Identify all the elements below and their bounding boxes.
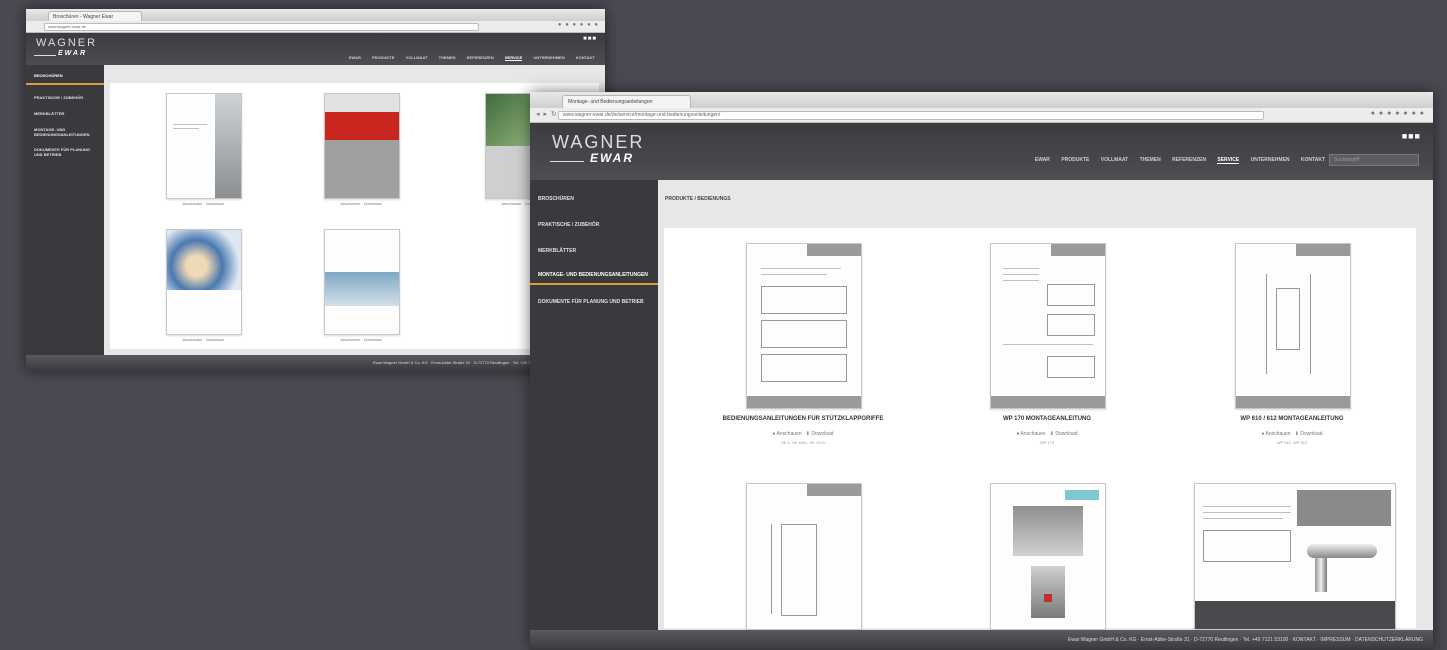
back-site-header: WAGNER EWAR ■■■ EWAR PRODUKTE VOLLMAAT T… xyxy=(26,33,605,66)
back-sidebar-item[interactable]: PRAKTISCHE / ZUBEHÖR xyxy=(26,91,104,105)
back-url-bar: www.wagner-ewar.de ● ● ● ● ● ● xyxy=(26,21,605,33)
document-thumbnail[interactable] xyxy=(1194,483,1396,630)
back-nav-item[interactable]: PRODUKTE xyxy=(372,55,394,60)
back-sidebar-item[interactable]: MERKBLÄTTER xyxy=(26,107,104,121)
document-links[interactable]: ● Anschauen ⬇ Download xyxy=(928,431,1166,437)
back-nav-item[interactable]: VOLLMAAT xyxy=(406,55,428,60)
document-thumbnail[interactable] xyxy=(990,483,1106,630)
back-nav-item[interactable]: REFERENZEN xyxy=(467,55,494,60)
breadcrumb: PRODUKTE / BEDIENUNGS xyxy=(665,196,731,202)
front-nav-item[interactable]: REFERENZEN xyxy=(1172,157,1206,163)
front-sidebar-item[interactable]: MONTAGE- UND BEDIENUNGSANLEITUNGEN xyxy=(530,272,658,285)
document-product-codes: SK 1, SK 4001, SK 1070 xyxy=(781,440,825,445)
back-nav-item[interactable]: UNTERNEHMEN xyxy=(533,55,564,60)
back-sidebar: BROSCHÜREN PRAKTISCHE / ZUBEHÖR MERKBLÄT… xyxy=(26,65,104,355)
back-sidebar-item[interactable]: MONTAGE- UND BEDIENUNGSANLEITUNGEN xyxy=(26,127,104,137)
back-sidebar-item[interactable]: BROSCHÜREN xyxy=(26,69,104,85)
front-url-bar: ◂ ▸ ↻ www.wagner-ewar.de/de/service/mont… xyxy=(530,108,1433,123)
front-content-area: PRODUKTE / BEDIENUNGS BEDIENUNGSANLEITUN… xyxy=(658,180,1433,630)
document-thumbnail[interactable] xyxy=(990,243,1106,409)
back-tab-bar: Broschüren - Wagner Ewar xyxy=(26,9,605,22)
document-thumbnail[interactable] xyxy=(746,483,862,630)
back-nav-item[interactable]: KONTAKT xyxy=(576,55,595,60)
front-main-nav: EWAR PRODUKTE VOLLMAAT THEMEN REFERENZEN… xyxy=(1025,157,1325,164)
document-product-codes: WP 610, WP 612 xyxy=(1276,440,1308,445)
back-site-footer: Ewar Wagner GmbH & Co. KG · Ernst-Abbe-S… xyxy=(26,355,605,371)
front-toolbar-icons[interactable]: ● ● ● ● ● ● ● xyxy=(1371,110,1425,117)
front-nav-item[interactable]: VOLLMAAT xyxy=(1101,157,1128,163)
document-title[interactable]: WP 170 MONTAGEANLEITUNG xyxy=(928,416,1166,422)
front-language-flags[interactable]: ■■■ xyxy=(1402,131,1421,141)
front-logo-rule xyxy=(550,161,584,162)
back-logo-rule xyxy=(34,55,56,56)
front-sidebar: BROSCHÜREN PRAKTISCHE / ZUBEHÖR MERKBLÄT… xyxy=(530,180,658,630)
document-title[interactable]: BEDIENUNGSANLEITUNGEN FÜR STÜTZKLAPPGRIF… xyxy=(684,416,922,422)
back-nav-item[interactable]: SERVICE xyxy=(504,55,523,61)
front-site-footer: Ewar Wagner GmbH & Co. KG · Ernst-Abbe-S… xyxy=(530,630,1433,650)
front-tab-bar: Montage- und Bedienungsanleitungen xyxy=(530,92,1433,109)
front-nav-item[interactable]: EWAR xyxy=(1035,157,1050,163)
document-product-codes: WP 170 xyxy=(1039,440,1055,445)
front-address-field[interactable]: www.wagner-ewar.de/de/service/montage-un… xyxy=(558,111,1264,120)
front-nav-item[interactable]: SERVICE xyxy=(1217,157,1240,164)
document-thumbnail[interactable] xyxy=(746,243,862,409)
brochure-thumbnail[interactable] xyxy=(166,93,242,199)
back-sidebar-item[interactable]: DOKUMENTE FÜR PLANUNG UND BETRIEB xyxy=(26,147,104,157)
back-nav-item[interactable]: EWAR xyxy=(349,55,361,60)
back-toolbar-icons[interactable]: ● ● ● ● ● ● xyxy=(558,22,599,28)
brochure-links[interactable]: Anschauen · Download xyxy=(324,201,398,206)
front-nav-item[interactable]: KONTAKT xyxy=(1301,157,1325,163)
back-brochure-panel: Anschauen · Download Anschauen · Downloa… xyxy=(110,83,599,349)
document-links[interactable]: ● Anschauen ⬇ Download xyxy=(1173,431,1411,437)
back-address-field[interactable]: www.wagner-ewar.de xyxy=(44,23,479,31)
brochure-links[interactable]: Anschauen · Download xyxy=(166,201,240,206)
document-thumbnail[interactable] xyxy=(1235,243,1351,409)
front-logo-wagner[interactable]: WAGNER xyxy=(552,132,644,153)
front-browser-window: Montage- und Bedienungsanleitungen ◂ ▸ ↻… xyxy=(530,92,1433,650)
back-nav-item[interactable]: THEMEN xyxy=(439,55,456,60)
front-sidebar-item[interactable]: MERKBLÄTTER xyxy=(530,240,658,262)
front-nav-item[interactable]: THEMEN xyxy=(1140,157,1161,163)
front-logo-ewar[interactable]: EWAR xyxy=(590,151,634,165)
document-title[interactable]: WP 610 / 612 MONTAGEANLEITUNG xyxy=(1173,416,1411,422)
brochure-thumbnail[interactable] xyxy=(166,229,242,335)
brochure-links[interactable]: Anschauen · Download xyxy=(166,337,240,342)
front-nav-item[interactable]: PRODUKTE xyxy=(1061,157,1089,163)
back-main-nav: EWAR PRODUKTE VOLLMAAT THEMEN REFERENZEN… xyxy=(339,55,595,61)
front-browser-tab[interactable]: Montage- und Bedienungsanleitungen xyxy=(562,95,691,109)
back-logo-ewar[interactable]: EWAR xyxy=(58,50,87,57)
front-document-panel: BEDIENUNGSANLEITUNGEN FÜR STÜTZKLAPPGRIF… xyxy=(664,228,1416,630)
front-sidebar-item[interactable]: DOKUMENTE FÜR PLANUNG UND BETRIEB xyxy=(530,299,658,306)
brochure-links[interactable]: Anschauen · Download xyxy=(324,337,398,342)
front-site-header: WAGNER EWAR ■■■ EWAR PRODUKTE VOLLMAAT T… xyxy=(530,123,1433,181)
brochure-thumbnail[interactable] xyxy=(324,229,400,335)
front-nav-item[interactable]: UNTERNEHMEN xyxy=(1251,157,1290,163)
back-language-flags[interactable]: ■■■ xyxy=(583,36,597,42)
front-search-input[interactable]: Suchbegriff xyxy=(1329,154,1419,166)
front-sidebar-item[interactable]: BROSCHÜREN xyxy=(530,188,658,210)
back-logo-wagner[interactable]: WAGNER xyxy=(36,37,97,49)
back-browser-window: Broschüren - Wagner Ewar www.wagner-ewar… xyxy=(26,9,605,371)
brochure-thumbnail[interactable] xyxy=(324,93,400,199)
document-links[interactable]: ● Anschauen ⬇ Download xyxy=(684,431,922,437)
front-sidebar-item[interactable]: PRAKTISCHE / ZUBEHÖR xyxy=(530,214,658,236)
front-nav-arrows[interactable]: ◂ ▸ ↻ xyxy=(536,110,558,118)
